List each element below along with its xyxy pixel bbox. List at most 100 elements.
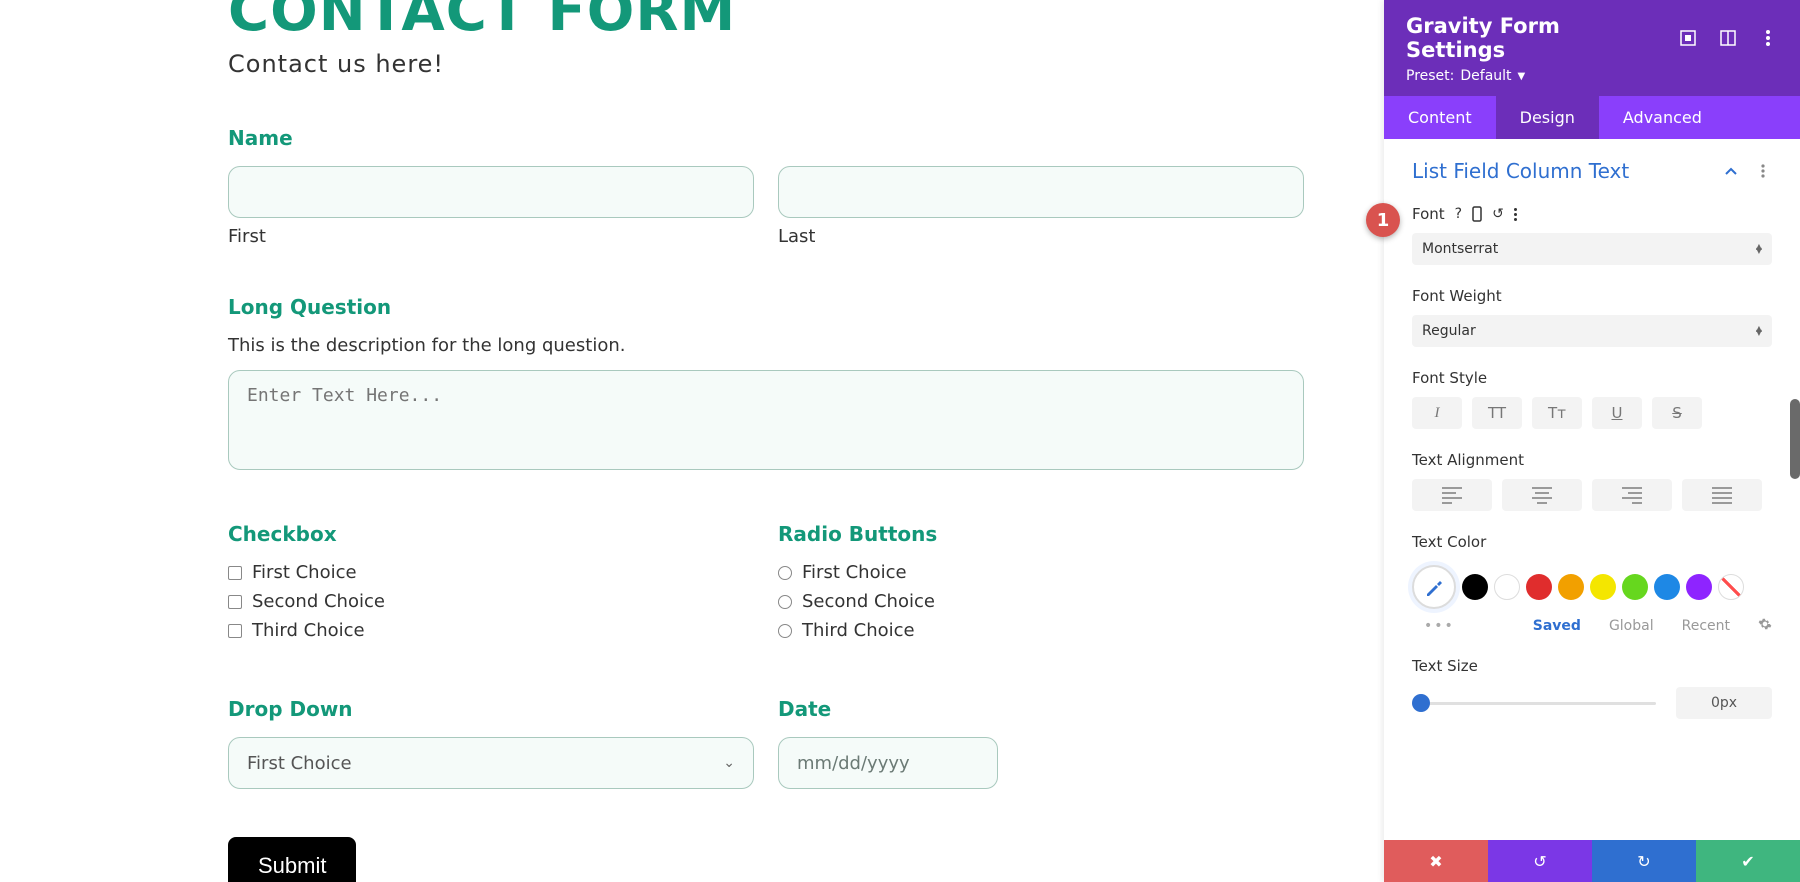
more-colors-button[interactable]: ••• (1424, 618, 1455, 634)
redo-icon: ↻ (1637, 852, 1650, 871)
tab-advanced[interactable]: Advanced (1599, 96, 1800, 139)
undo-button[interactable]: ↺ (1488, 840, 1592, 882)
check-icon: ✔ (1741, 852, 1754, 871)
slider-knob[interactable] (1412, 694, 1430, 712)
align-justify-icon (1712, 487, 1732, 504)
panel-header: Gravity Form Settings Preset: Default ▼ (1384, 0, 1800, 96)
swatch-none[interactable] (1718, 574, 1744, 600)
swatch-orange[interactable] (1558, 574, 1584, 600)
tab-content[interactable]: Content (1384, 96, 1496, 139)
chevron-down-icon: ⌄ (723, 755, 735, 771)
panel-tabs: Content Design Advanced (1384, 96, 1800, 139)
more-icon[interactable] (1758, 28, 1778, 48)
align-left-icon (1442, 487, 1462, 504)
checkbox-icon (228, 566, 242, 580)
align-right-button[interactable] (1592, 479, 1672, 511)
preset-label: Preset: (1406, 68, 1454, 84)
italic-button[interactable]: I (1412, 397, 1462, 429)
radio-option[interactable]: First Choice (778, 562, 1304, 583)
dropdown-value: First Choice (247, 753, 352, 774)
first-name-input[interactable] (228, 166, 754, 218)
eyedropper-button[interactable] (1412, 565, 1456, 609)
saved-tab[interactable]: Saved (1533, 618, 1581, 634)
swatch-black[interactable] (1462, 574, 1488, 600)
checkbox-option[interactable]: First Choice (228, 562, 754, 583)
swatch-red[interactable] (1526, 574, 1552, 600)
preset-value: Default (1460, 68, 1511, 84)
undo-icon: ↺ (1533, 852, 1546, 871)
radio-icon (778, 566, 792, 580)
form-subtitle: Contact us here! (228, 50, 1304, 78)
name-label: Name (228, 126, 1304, 150)
section-more-icon[interactable] (1754, 164, 1772, 178)
date-label: Date (778, 697, 1304, 721)
caret-down-icon: ▼ (1518, 71, 1526, 82)
checkbox-icon (228, 624, 242, 638)
radio-icon (778, 624, 792, 638)
recent-tab[interactable]: Recent (1682, 618, 1730, 634)
uppercase-button[interactable]: TT (1472, 397, 1522, 429)
checkbox-icon (228, 595, 242, 609)
checkbox-label: Checkbox (228, 522, 754, 546)
font-value: Montserrat (1422, 241, 1498, 257)
checkbox-option[interactable]: Third Choice (228, 620, 754, 641)
swatch-blue[interactable] (1654, 574, 1680, 600)
align-center-icon (1532, 487, 1552, 504)
swatch-white[interactable] (1494, 574, 1520, 600)
panel-body: List Field Column Text Font ? ↺ Montserr… (1384, 139, 1800, 840)
chevron-down-icon: ▼ (1756, 331, 1762, 335)
last-name-input[interactable] (778, 166, 1304, 218)
close-icon: ✖ (1429, 852, 1442, 871)
submit-button[interactable]: Submit (228, 837, 356, 882)
size-value[interactable]: 0px (1676, 687, 1772, 719)
align-left-button[interactable] (1412, 479, 1492, 511)
long-desc: This is the description for the long que… (228, 335, 1304, 356)
global-tab[interactable]: Global (1609, 618, 1654, 634)
align-justify-button[interactable] (1682, 479, 1762, 511)
tab-design[interactable]: Design (1496, 96, 1599, 139)
font-label: Font (1412, 205, 1445, 223)
radio-option[interactable]: Second Choice (778, 591, 1304, 612)
checkbox-option[interactable]: Second Choice (228, 591, 754, 612)
preset-selector[interactable]: Preset: Default ▼ (1406, 68, 1778, 84)
swatch-yellow[interactable] (1590, 574, 1616, 600)
strike-button[interactable]: S (1652, 397, 1702, 429)
align-right-icon (1622, 487, 1642, 504)
settings-panel: Gravity Form Settings Preset: Default ▼ … (1384, 0, 1800, 882)
reset-icon[interactable]: ↺ (1492, 206, 1504, 222)
form-area: CONTACT FORM Contact us here! Name First… (0, 0, 1384, 882)
weight-select[interactable]: Regular ▲▼ (1412, 315, 1772, 347)
date-input[interactable]: mm/dd/yyyy (778, 737, 998, 789)
help-icon[interactable]: ? (1455, 206, 1462, 222)
align-center-button[interactable] (1502, 479, 1582, 511)
smallcaps-button[interactable]: Tᴛ (1532, 397, 1582, 429)
swatch-purple[interactable] (1686, 574, 1712, 600)
first-sublabel: First (228, 226, 754, 247)
expand-icon[interactable] (1678, 28, 1698, 48)
confirm-button[interactable]: ✔ (1696, 840, 1800, 882)
panel-title: Gravity Form Settings (1406, 14, 1658, 62)
section-title: List Field Column Text (1412, 159, 1629, 183)
font-select[interactable]: Montserrat ▲▼ (1412, 233, 1772, 265)
underline-button[interactable]: U (1592, 397, 1642, 429)
gear-icon[interactable] (1758, 617, 1772, 635)
weight-value: Regular (1422, 323, 1476, 339)
collapse-icon[interactable] (1722, 167, 1740, 175)
radio-option[interactable]: Third Choice (778, 620, 1304, 641)
dropdown-select[interactable]: First Choice ⌄ (228, 737, 754, 789)
textcolor-label: Text Color (1412, 533, 1486, 551)
long-textarea[interactable] (228, 370, 1304, 470)
align-label: Text Alignment (1412, 451, 1524, 469)
date-placeholder: mm/dd/yyyy (797, 753, 910, 774)
redo-button[interactable]: ↻ (1592, 840, 1696, 882)
opt-more-icon[interactable] (1514, 208, 1517, 221)
swatch-green[interactable] (1622, 574, 1648, 600)
mobile-icon[interactable] (1472, 206, 1482, 222)
cancel-button[interactable]: ✖ (1384, 840, 1488, 882)
layout-icon[interactable] (1718, 28, 1738, 48)
chevron-down-icon: ▼ (1756, 249, 1762, 253)
size-slider[interactable] (1412, 702, 1656, 705)
weight-label: Font Weight (1412, 287, 1502, 305)
scrollbar-thumb[interactable] (1790, 399, 1800, 479)
size-label: Text Size (1412, 657, 1478, 675)
